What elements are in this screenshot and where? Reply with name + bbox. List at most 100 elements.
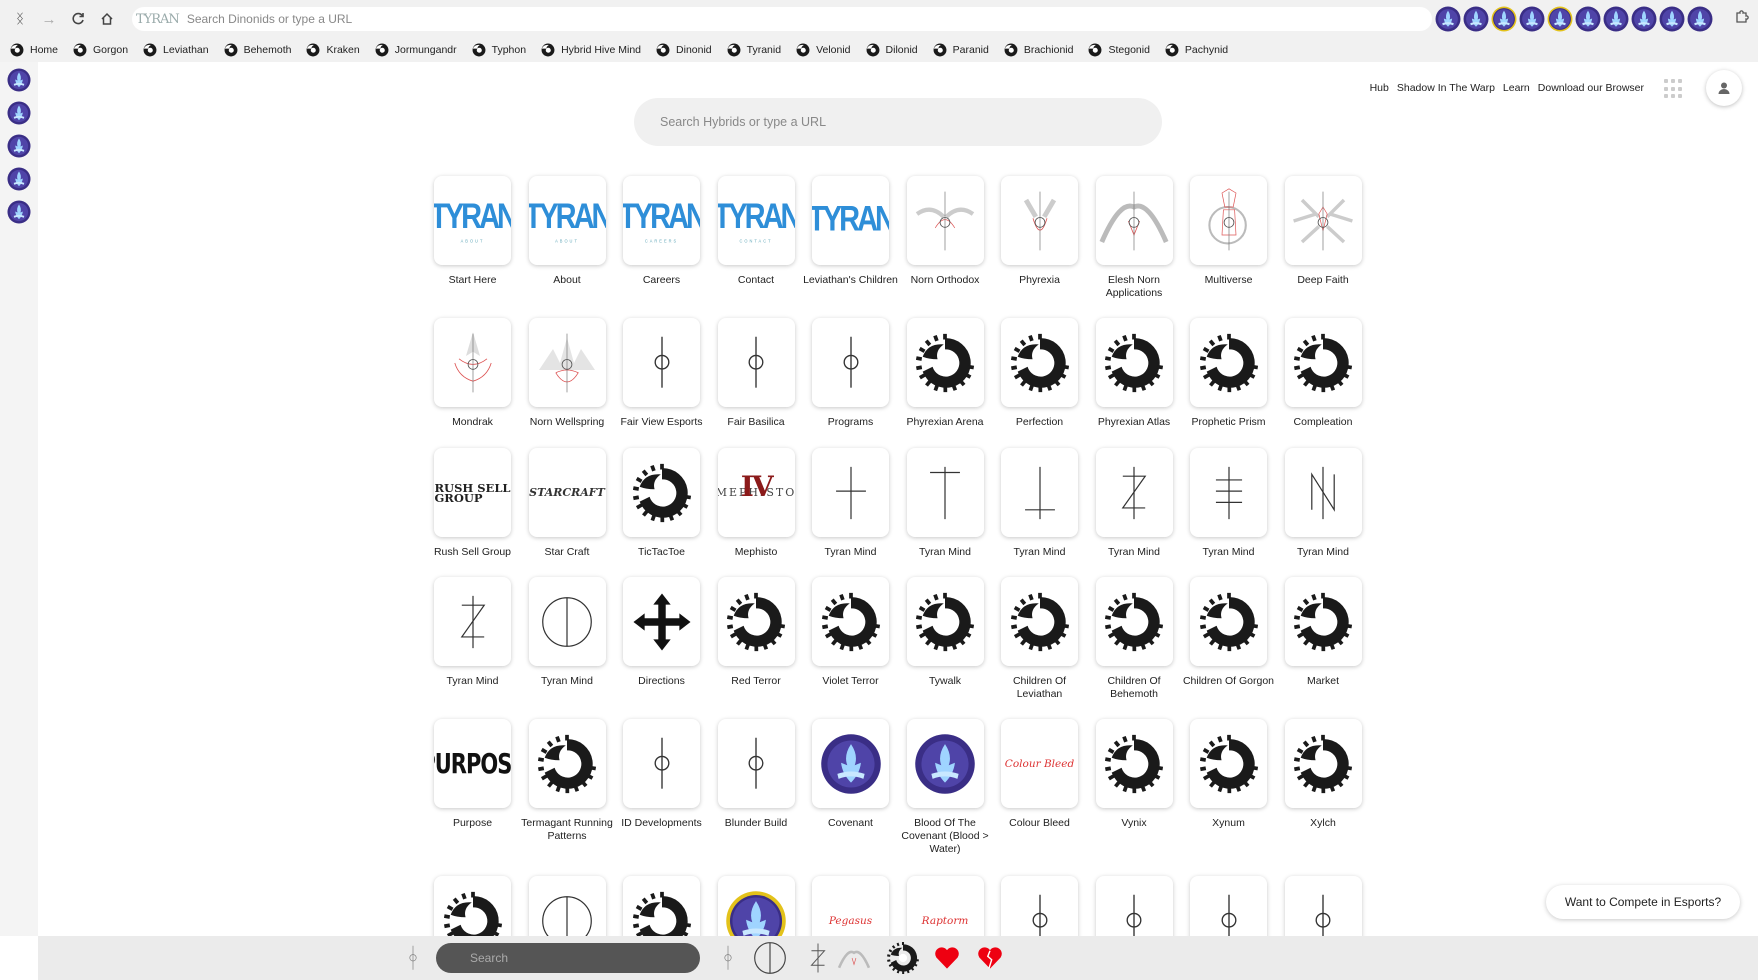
forward-icon[interactable]: →: [35, 5, 63, 33]
bookmark-hybrid-hive-mind[interactable]: Hybrid Hive Mind: [541, 43, 641, 57]
dock-elesh-norn-icon[interactable]: [836, 940, 872, 976]
avatar[interactable]: [1706, 70, 1742, 106]
tyranid-hive-icon[interactable]: [717, 577, 795, 666]
phyrexian-glyph-icon[interactable]: [812, 318, 889, 407]
reload-icon[interactable]: [64, 5, 92, 33]
apps-grid-icon[interactable]: [1664, 79, 1684, 99]
extension-covenant-icon[interactable]: [1435, 6, 1461, 32]
bookmark-typhon[interactable]: Typhon: [472, 43, 526, 57]
bookmark-paranid[interactable]: Paranid: [933, 43, 989, 57]
bookmark-kraken[interactable]: Kraken: [306, 43, 360, 57]
norn-orthodox-icon[interactable]: [906, 176, 984, 265]
dock-phyrexian-glyph-icon[interactable]: [395, 940, 431, 976]
tyran-logo-icon[interactable]: TYRAN: [812, 176, 889, 265]
extension-covenant-icon[interactable]: [1687, 6, 1713, 32]
rune-t-icon[interactable]: [906, 448, 984, 537]
phyrexian-glyph-icon[interactable]: [623, 318, 700, 407]
rune-z-icon[interactable]: [434, 577, 511, 666]
rune-n-icon[interactable]: [1284, 448, 1362, 537]
home-icon[interactable]: [93, 5, 121, 33]
search-box[interactable]: [634, 98, 1162, 146]
extension-covenant-icon[interactable]: [1491, 6, 1517, 32]
url-input[interactable]: [186, 12, 1087, 26]
extensions-puzzle-icon[interactable]: [1734, 8, 1750, 29]
bookmark-home[interactable]: Home: [10, 43, 58, 57]
tyranid-hive-icon[interactable]: [1284, 318, 1362, 407]
covenant-emblem-icon[interactable]: [906, 719, 984, 808]
tyranid-hive-icon[interactable]: [1095, 577, 1173, 666]
multiverse-icon[interactable]: [1190, 176, 1267, 265]
deep-faith-icon[interactable]: [1284, 176, 1362, 265]
tyranid-hive-icon[interactable]: [1284, 577, 1362, 666]
bookmark-pachynid[interactable]: Pachynid: [1165, 43, 1228, 57]
compete-esports-button[interactable]: Want to Compete in Esports?: [1546, 885, 1740, 919]
side-panel-covenant-icon[interactable]: [7, 134, 31, 158]
rune-circle-icon[interactable]: [528, 577, 606, 666]
extension-covenant-icon[interactable]: [1519, 6, 1545, 32]
tyranid-hive-icon[interactable]: [1190, 577, 1267, 666]
dock-search-input[interactable]: [470, 951, 670, 965]
phyrexian-glyph-icon[interactable]: [717, 318, 795, 407]
nav-link-learn[interactable]: Learn: [1503, 82, 1530, 94]
dock-red-heart-icon[interactable]: [929, 940, 965, 976]
rune-triple-bar-icon[interactable]: [1190, 448, 1267, 537]
dock-broken-heart-icon[interactable]: [972, 940, 1008, 976]
tyran-logo-icon[interactable]: TYRAN ABOUT: [434, 176, 511, 265]
url-bar[interactable]: TYRAN: [132, 7, 1432, 31]
search-input[interactable]: [660, 115, 1130, 129]
bookmark-jormungandr[interactable]: Jormungandr: [375, 43, 457, 57]
rune-z-icon[interactable]: [1095, 448, 1173, 537]
dock-search-box[interactable]: [436, 943, 700, 973]
tyranid-hive-icon[interactable]: [1190, 719, 1267, 808]
extension-covenant-icon[interactable]: [1603, 6, 1629, 32]
bookmark-tyranid[interactable]: Tyranid: [727, 43, 781, 57]
tyranid-hive-icon[interactable]: [1095, 719, 1173, 808]
rush-sell-logo-icon[interactable]: RUSH SELL GROUP: [434, 448, 511, 537]
side-panel-covenant-icon[interactable]: [7, 101, 31, 125]
extension-covenant-icon[interactable]: [1659, 6, 1685, 32]
tyranid-hive-icon[interactable]: [906, 577, 984, 666]
dock-rune-z-icon[interactable]: [800, 940, 836, 976]
bookmark-gorgon[interactable]: Gorgon: [73, 43, 128, 57]
dock-phyrexian-glyph-icon[interactable]: [710, 940, 746, 976]
extension-covenant-icon[interactable]: [1631, 6, 1657, 32]
mephisto-logo-icon[interactable]: MEPHISTO IV: [717, 448, 795, 537]
extension-covenant-icon[interactable]: [1575, 6, 1601, 32]
bookmark-dinonid[interactable]: Dinonid: [656, 43, 712, 57]
tyranid-hive-icon[interactable]: [1001, 318, 1078, 407]
phyrexian-glyph-icon[interactable]: [717, 719, 795, 808]
tyranid-hive-icon[interactable]: [528, 719, 606, 808]
dock-tyranid-hive-icon[interactable]: [885, 940, 921, 976]
nav-link-hub[interactable]: Hub: [1370, 82, 1389, 94]
elesh-norn-icon[interactable]: [1095, 176, 1173, 265]
rune-cross-icon[interactable]: [812, 448, 889, 537]
phyrexian-glyph-icon[interactable]: [623, 719, 700, 808]
bookmark-stegonid[interactable]: Stegonid: [1088, 43, 1150, 57]
side-panel-covenant-icon[interactable]: [7, 167, 31, 191]
tyranid-hive-icon[interactable]: [1284, 719, 1362, 808]
dock-rune-circle-icon[interactable]: [752, 940, 788, 976]
tyran-menu-icon[interactable]: ᛝ: [6, 5, 34, 33]
mondrak-icon[interactable]: [434, 318, 511, 407]
side-panel-covenant-icon[interactable]: [7, 200, 31, 224]
tyranid-hive-icon[interactable]: [1095, 318, 1173, 407]
phyrexia-icon[interactable]: [1001, 176, 1078, 265]
norn-wellspring-icon[interactable]: [528, 318, 606, 407]
tyran-logo-icon[interactable]: TYRAN CAREERS: [623, 176, 700, 265]
bookmark-velonid[interactable]: Velonid: [796, 43, 851, 57]
bookmark-dilonid[interactable]: Dilonid: [866, 43, 918, 57]
covenant-emblem-icon[interactable]: [812, 719, 889, 808]
tyranid-hive-icon[interactable]: [1190, 318, 1267, 407]
tyranid-hive-icon[interactable]: [623, 448, 700, 537]
colour-bleed-logo-icon[interactable]: Colour Bleed: [1001, 719, 1078, 808]
starcraft-logo-icon[interactable]: STARCRAFT: [528, 448, 606, 537]
bookmark-brachionid[interactable]: Brachionid: [1004, 43, 1073, 57]
tyranid-hive-icon[interactable]: [1001, 577, 1078, 666]
bookmark-leviathan[interactable]: Leviathan: [143, 43, 209, 57]
side-panel-covenant-icon[interactable]: [7, 68, 31, 92]
extension-covenant-icon[interactable]: [1463, 6, 1489, 32]
tyran-logo-icon[interactable]: TYRAN CONTACT: [717, 176, 795, 265]
bookmark-behemoth[interactable]: Behemoth: [224, 43, 291, 57]
directions-icon[interactable]: [623, 577, 700, 666]
rune-inverted-t-icon[interactable]: [1001, 448, 1078, 537]
